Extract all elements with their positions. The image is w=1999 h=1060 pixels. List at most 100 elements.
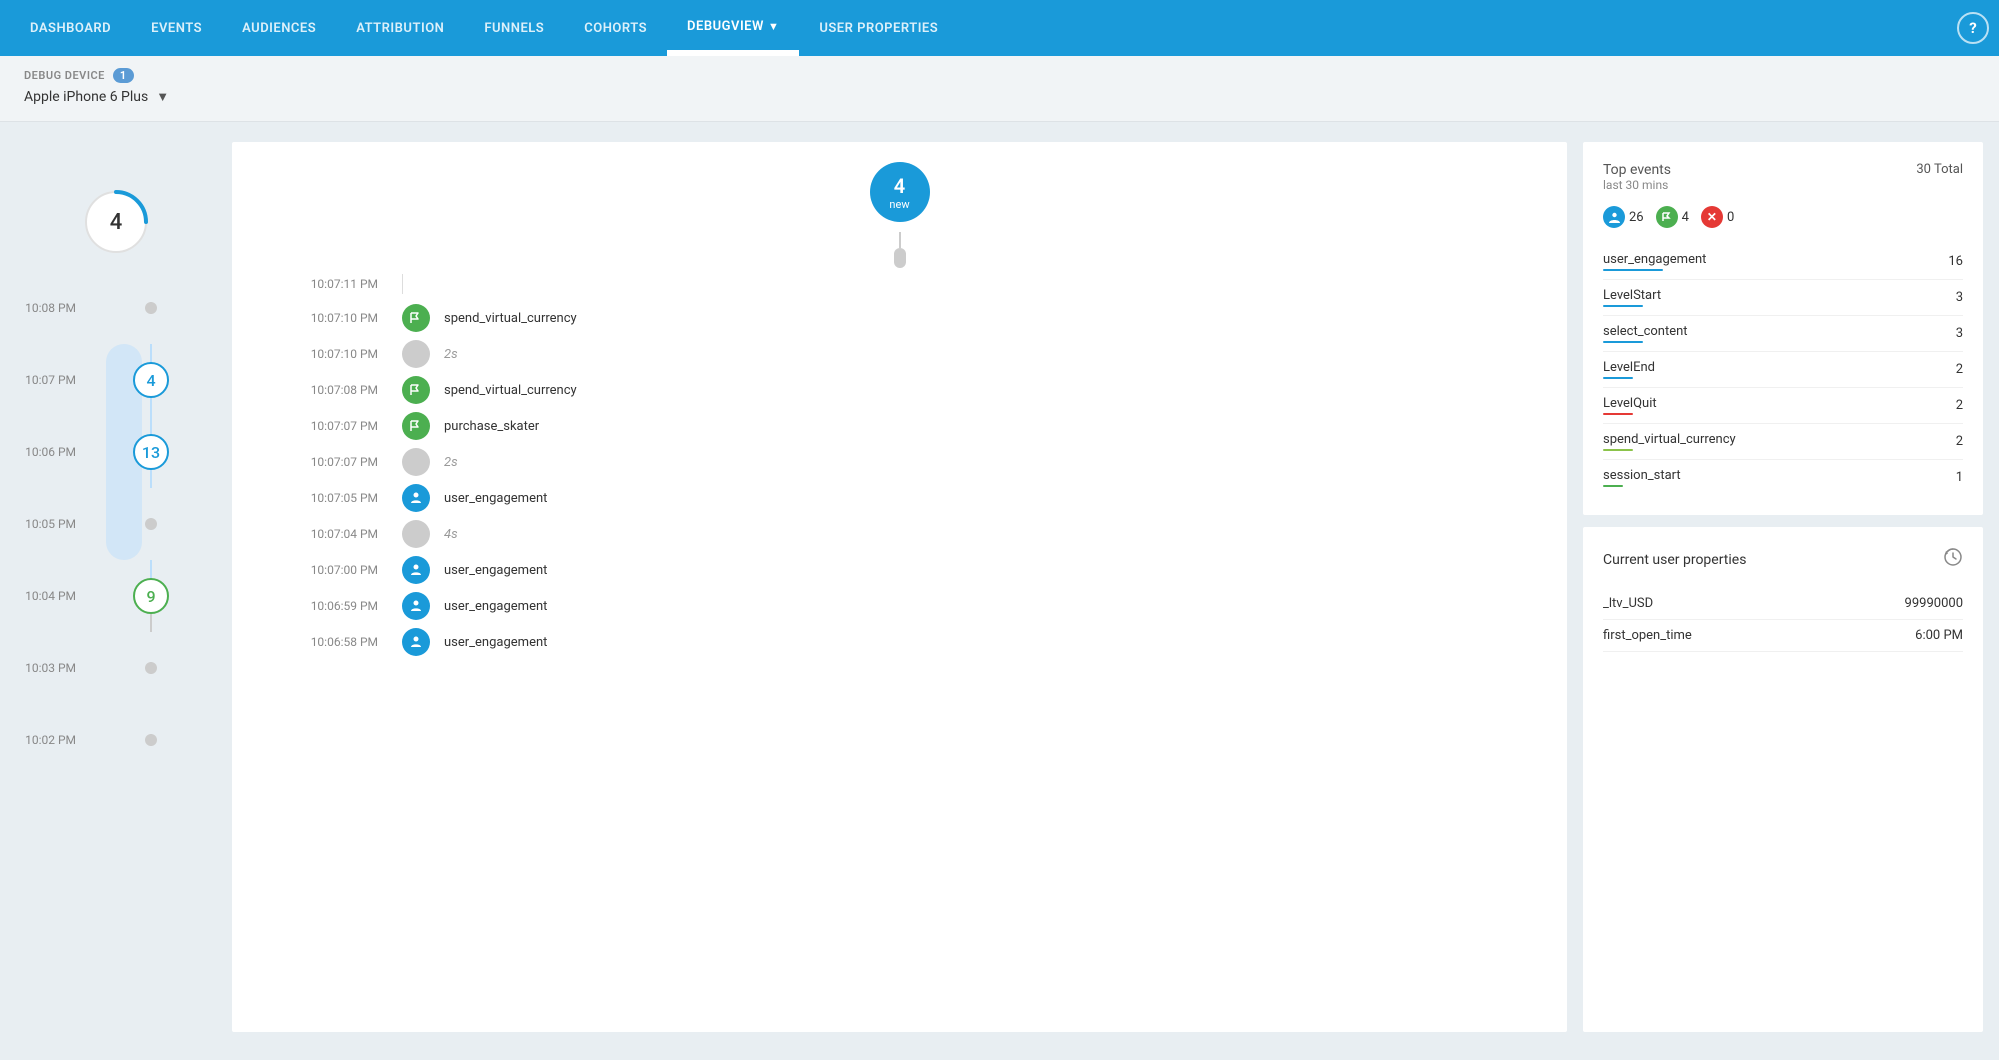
timeline-row[interactable]: 10:06 PM 13 — [16, 416, 216, 488]
nav-attribution[interactable]: ATTRIBUTION — [336, 0, 464, 56]
badge-icon-red: ✕ — [1701, 206, 1723, 228]
top-event-item[interactable]: session_start 1 — [1603, 460, 1963, 495]
event-list-name: LevelEnd — [1603, 360, 1655, 375]
timeline-row: 10:08 PM — [16, 272, 216, 344]
badge-count-blue: 26 — [1629, 210, 1644, 225]
event-gap-label: 4s — [444, 527, 458, 542]
event-list-name: spend_virtual_currency — [1603, 432, 1736, 447]
top-event-item[interactable]: LevelQuit 2 — [1603, 388, 1963, 424]
event-list-count: 2 — [1956, 398, 1963, 413]
nav-audiences[interactable]: AUDIENCES — [222, 0, 336, 56]
event-underline — [1603, 269, 1663, 271]
timeline-row[interactable]: 10:04 PM 9 — [16, 560, 216, 632]
event-row[interactable]: 10:07:08 PM spend_virtual_currency — [272, 372, 1527, 408]
user-props-title: Current user properties — [1603, 552, 1746, 568]
event-underline — [1603, 485, 1623, 487]
person-icon — [409, 599, 423, 613]
events-list: 10:07:11 PM 10:07:10 PM spend_virtual_cu… — [232, 268, 1567, 660]
event-list-name-wrap: spend_virtual_currency — [1603, 432, 1736, 451]
event-icon-gray — [402, 448, 430, 476]
event-row[interactable]: 10:07:00 PM user_engagement — [272, 552, 1527, 588]
event-list-name: LevelQuit — [1603, 396, 1657, 411]
badge-count-red: 0 — [1727, 210, 1734, 225]
timeline-time-label: 10:03 PM — [16, 661, 86, 675]
prop-value: 99990000 — [1905, 596, 1963, 611]
nav-events[interactable]: EVENTS — [131, 0, 222, 56]
event-list-count: 1 — [1956, 470, 1963, 485]
event-time: 10:07:10 PM — [272, 347, 402, 361]
nav-dashboard[interactable]: DASHBOARD — [10, 0, 131, 56]
event-time: 10:07:07 PM — [272, 419, 402, 433]
top-events-list: user_engagement 16 LevelStart 3 — [1603, 244, 1963, 495]
x-icon: ✕ — [1707, 210, 1717, 224]
event-row: 10:07:11 PM — [272, 268, 1527, 300]
event-icon-green — [402, 304, 430, 332]
timeline-connector — [86, 662, 216, 674]
event-name: spend_virtual_currency — [444, 383, 577, 398]
events-panel: 4 new 10:07:11 PM 10:07:10 PM — [232, 142, 1567, 1032]
flag-icon — [409, 311, 423, 325]
nav-funnels[interactable]: FUNNELS — [464, 0, 564, 56]
top-events-title-text: Top events — [1603, 162, 1671, 178]
flag-icon — [409, 383, 423, 397]
timeline-connector — [86, 518, 216, 530]
event-icon-blue — [402, 556, 430, 584]
event-icon-gray — [402, 520, 430, 548]
events-lozenge — [894, 248, 906, 268]
top-events-title: Top events last 30 mins — [1603, 162, 1671, 202]
badge-icon-green — [1656, 206, 1678, 228]
event-badges: 26 4 ✕ 0 — [1603, 206, 1963, 228]
event-time: 10:07:08 PM — [272, 383, 402, 397]
clock-history-svg — [1943, 547, 1963, 567]
event-row[interactable]: 10:06:58 PM user_engagement — [272, 624, 1527, 660]
event-gap-label: 2s — [444, 455, 458, 470]
event-list-name-wrap: user_engagement — [1603, 252, 1706, 271]
prop-row: first_open_time 6:00 PM — [1603, 620, 1963, 652]
event-row[interactable]: 10:06:59 PM user_engagement — [272, 588, 1527, 624]
device-dropdown-arrow: ▼ — [156, 89, 169, 105]
top-event-item[interactable]: user_engagement 16 — [1603, 244, 1963, 280]
nav-cohorts[interactable]: COHORTS — [564, 0, 667, 56]
user-props-panel: Current user properties _ltv_USD 9999000… — [1583, 527, 1983, 1032]
history-icon[interactable] — [1943, 547, 1963, 572]
prop-key: first_open_time — [1603, 628, 1692, 643]
device-selector[interactable]: Apple iPhone 6 Plus ▼ — [24, 89, 1975, 105]
nav-debugview[interactable]: DEBUGVIEW ▼ — [667, 0, 799, 56]
badge-red: ✕ 0 — [1701, 206, 1734, 228]
event-underline — [1603, 449, 1633, 451]
timeline-connector — [86, 302, 216, 314]
timeline-connector — [86, 734, 216, 746]
top-event-item[interactable]: spend_virtual_currency 2 — [1603, 424, 1963, 460]
top-event-item[interactable]: select_content 3 — [1603, 316, 1963, 352]
event-list-name-wrap: select_content — [1603, 324, 1688, 343]
top-event-item[interactable]: LevelEnd 2 — [1603, 352, 1963, 388]
event-row[interactable]: 10:07:05 PM user_engagement — [272, 480, 1527, 516]
person-icon-small — [1608, 211, 1621, 224]
user-props-header: Current user properties — [1603, 547, 1963, 572]
event-row[interactable]: 10:07:10 PM spend_virtual_currency — [272, 300, 1527, 336]
events-top-bubble: 4 new — [870, 162, 930, 222]
top-events-sub: last 30 mins — [1603, 178, 1671, 192]
nav-user-properties[interactable]: USER PROPERTIES — [799, 0, 958, 56]
right-panels: Top events last 30 mins 30 Total 26 — [1583, 142, 1983, 1032]
timeline-connector: 4 — [86, 344, 216, 416]
event-list-count: 2 — [1956, 362, 1963, 377]
event-time: 10:07:00 PM — [272, 563, 402, 577]
event-list-count: 3 — [1956, 290, 1963, 305]
event-time: 10:07:04 PM — [272, 527, 402, 541]
event-list-count: 3 — [1956, 326, 1963, 341]
event-underline — [1603, 305, 1643, 307]
timeline-row[interactable]: 10:07 PM 4 — [16, 344, 216, 416]
event-list-name-wrap: session_start — [1603, 468, 1681, 487]
event-list-count: 16 — [1948, 254, 1963, 269]
top-event-item[interactable]: LevelStart 3 — [1603, 280, 1963, 316]
timeline-sidebar: 4 10:08 PM 10:07 PM 4 — [16, 142, 216, 1032]
help-button[interactable]: ? — [1957, 12, 1989, 44]
event-icon-blue — [402, 628, 430, 656]
debug-count-badge: 1 — [113, 68, 134, 83]
event-time: 10:06:58 PM — [272, 635, 402, 649]
event-row[interactable]: 10:07:07 PM purchase_skater — [272, 408, 1527, 444]
event-gap-row: 10:07:07 PM 2s — [272, 444, 1527, 480]
main-content: 4 10:08 PM 10:07 PM 4 — [0, 122, 1999, 1052]
event-name: user_engagement — [444, 491, 547, 506]
